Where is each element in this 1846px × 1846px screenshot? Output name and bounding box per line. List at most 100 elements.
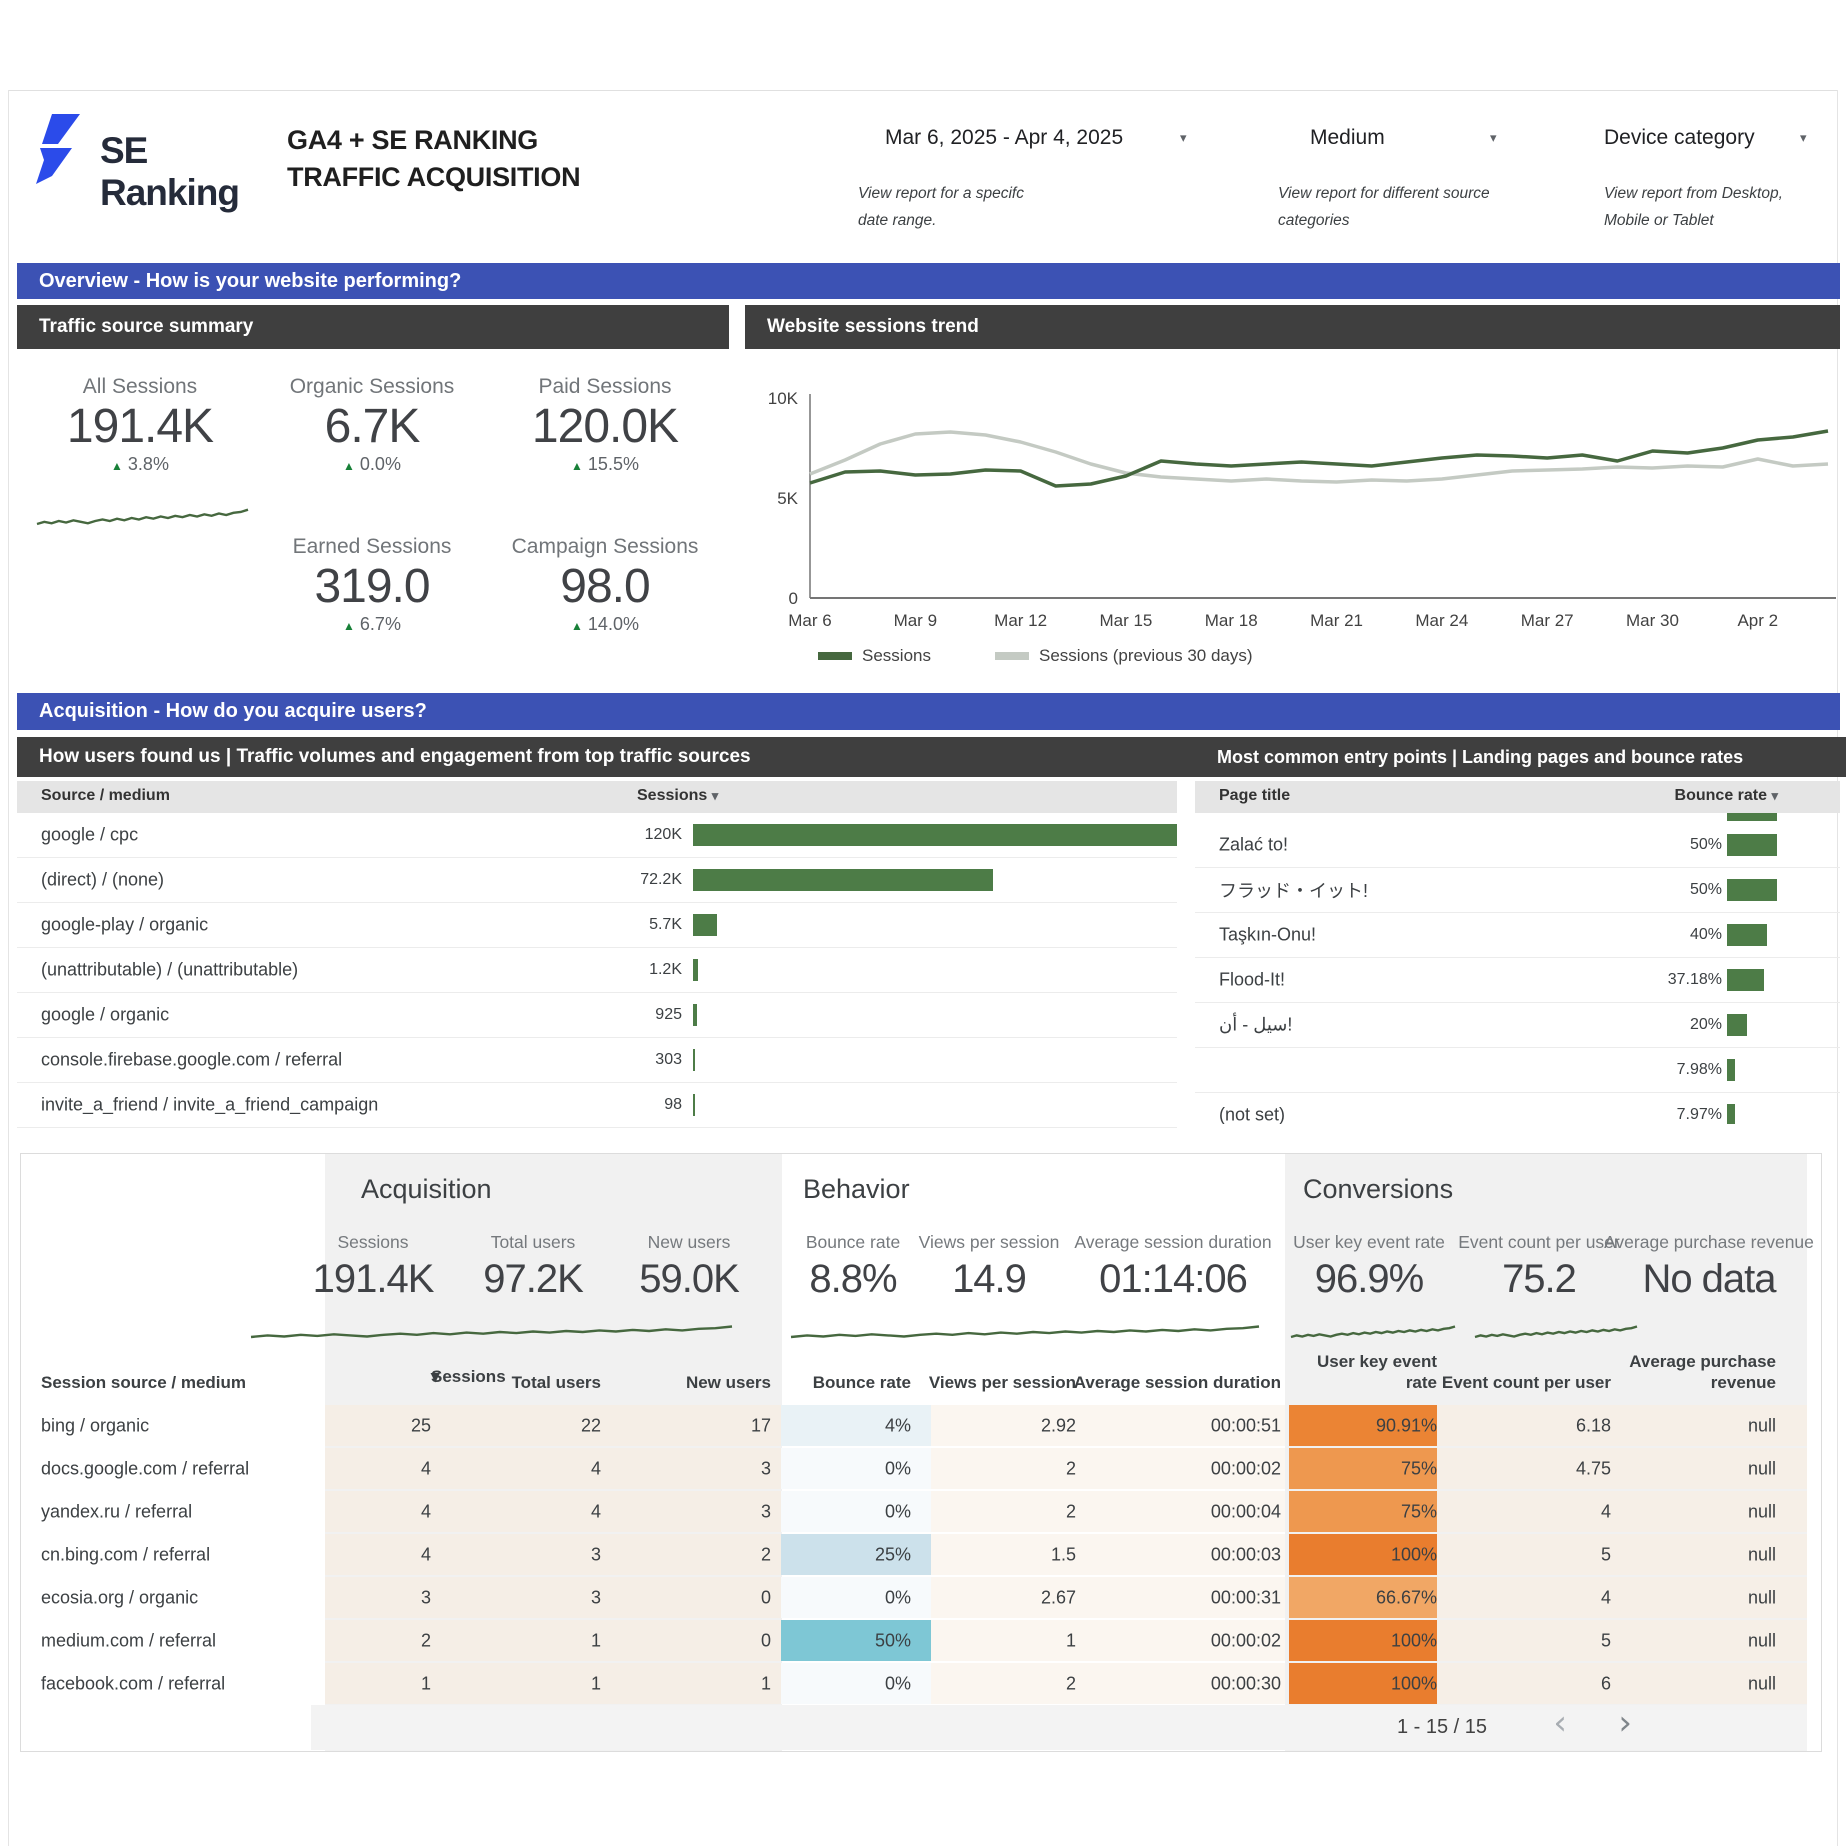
bounce-rate-bar (1727, 879, 1777, 901)
entry-table-column-header: Page title Bounce rate ▾ (1195, 781, 1840, 813)
new-users-cell: 2 (761, 1544, 771, 1565)
revenue-cell: null (1748, 1630, 1776, 1651)
bounce-rate-value: 50% (1632, 836, 1722, 854)
col-avg-purchase-revenue[interactable]: Average purchase revenue (1626, 1351, 1776, 1393)
session-source-cell: yandex.ru / referral (41, 1501, 192, 1522)
events-cell: 4 (1601, 1587, 1611, 1608)
dropdown-caret-icon[interactable]: ▾ (1800, 130, 1807, 146)
metric-sparkline (1473, 1322, 1639, 1340)
acquisition-heat-cells (325, 1620, 782, 1661)
detail-table-row: facebook.com / referral 1 1 1 0% 2 00:00… (21, 1662, 1821, 1705)
metric-sparkline (789, 1322, 1261, 1340)
revenue-cell: null (1748, 1587, 1776, 1608)
summary-scorecard: Paid Sessions 120.0K ▲ 15.5% (495, 375, 715, 475)
sort-desc-icon: ▾ (1771, 788, 1778, 803)
sessions-bar (693, 1049, 695, 1071)
sources-table-column-header: Source / medium Sessions ▾ (17, 781, 1177, 813)
sources-table-body: google / cpc 120K (direct) / (none) 72.2… (17, 813, 1177, 1129)
sheet-top-border (8, 90, 1838, 91)
page-title-label: Zalać to! (1219, 835, 1288, 856)
traffic-source-summary-header: Traffic source summary (17, 305, 729, 349)
metric-sparkline (249, 1322, 734, 1340)
col-event-count-per-user[interactable]: Event count per user (1442, 1372, 1611, 1393)
scorecard-delta: ▲ 0.0% (262, 454, 482, 475)
source-medium-label: google / cpc (41, 825, 138, 846)
scorecard-value: 97.2K (448, 1257, 618, 1302)
col-user-key-event-rate[interactable]: User key event rate (1312, 1351, 1437, 1393)
date-range-value[interactable]: Mar 6, 2025 - Apr 4, 2025 (885, 126, 1123, 150)
sessions-trend-title: Website sessions trend (767, 316, 979, 338)
sort-desc-icon: ▾ (712, 788, 719, 803)
device-filter-caption: View report from Desktop, Mobile or Tabl… (1604, 180, 1824, 234)
entry-table-title: Most common entry points | Landing pages… (1217, 747, 1743, 768)
group-title-behavior: Behavior (803, 1174, 910, 1205)
col-total-users[interactable]: Total users (512, 1372, 601, 1393)
scorecard-value: 59.0K (604, 1257, 774, 1302)
acquisition-section-header: Acquisition - How do you acquire users? (17, 693, 1840, 730)
dropdown-caret-icon[interactable]: ▾ (1490, 130, 1497, 146)
bounce-rate-cell: 0% (885, 1673, 911, 1694)
summary-scorecard: Organic Sessions 6.7K ▲ 0.0% (262, 375, 482, 475)
ukr-cell: 75% (1401, 1458, 1437, 1479)
detail-scorecard: Sessions 191.4K (288, 1232, 458, 1302)
acquisition-heat-cells (325, 1405, 782, 1446)
sessions-sort-column[interactable]: Sessions ▾ (637, 787, 718, 805)
bounce-rate-value: 7.98% (1632, 1061, 1722, 1079)
ukr-cell: 100% (1391, 1544, 1437, 1565)
svg-text:5K: 5K (777, 489, 798, 508)
svg-text:0: 0 (789, 589, 798, 608)
bounce-rate-sort-column[interactable]: Bounce rate ▾ (1675, 787, 1778, 805)
chevron-left-icon[interactable]: ‹ (1553, 1713, 1567, 1733)
svg-text:Sessions (previous 30 days): Sessions (previous 30 days) (1039, 646, 1253, 665)
sessions-value: 120K (592, 826, 682, 844)
ukr-cell: 90.91% (1376, 1415, 1437, 1436)
revenue-cell: null (1748, 1415, 1776, 1436)
views-per-session-cell: 2.92 (1041, 1415, 1076, 1436)
scorecard-label: New users (604, 1232, 774, 1253)
col-views-per-session[interactable]: Views per session (929, 1372, 1076, 1393)
dropdown-caret-icon[interactable]: ▾ (1180, 130, 1187, 146)
views-per-session-cell: 2.67 (1041, 1587, 1076, 1608)
device-filter-value[interactable]: Device category (1604, 126, 1755, 150)
source-row: (direct) / (none) 72.2K (17, 858, 1177, 903)
source-row: google / cpc 120K (17, 813, 1177, 858)
col-avg-session-duration[interactable]: Average session duration (1074, 1372, 1281, 1393)
revenue-cell: null (1748, 1501, 1776, 1522)
bounce-rate-value: 37.18% (1632, 971, 1722, 989)
scorecard-delta: ▲ 3.8% (30, 454, 250, 475)
medium-filter-value[interactable]: Medium (1310, 126, 1385, 150)
session-source-cell: bing / organic (41, 1415, 149, 1436)
new-users-cell: 17 (751, 1415, 771, 1436)
svg-text:Sessions: Sessions (862, 646, 931, 665)
scorecard-delta: ▲ 14.0% (495, 614, 715, 635)
scorecard-value: 14.9 (894, 1257, 1084, 1302)
sessions-value: 1.2K (592, 961, 682, 979)
new-users-cell: 0 (761, 1630, 771, 1651)
col-bounce-rate[interactable]: Bounce rate (813, 1372, 911, 1393)
source-medium-label: (direct) / (none) (41, 870, 164, 891)
svg-text:Mar 15: Mar 15 (1099, 611, 1152, 630)
col-new-users[interactable]: New users (686, 1372, 771, 1393)
bounce-rate-cell: 25% (875, 1544, 911, 1565)
acquisition-heat-cells (325, 1491, 782, 1532)
sessions-cell: 4 (421, 1544, 431, 1565)
svg-text:Apr 2: Apr 2 (1737, 611, 1778, 630)
bounce-rate-bar (1727, 924, 1767, 946)
source-medium-column: Source / medium (41, 787, 170, 805)
chevron-right-icon[interactable]: › (1618, 1713, 1632, 1733)
table-footer: 1 - 15 / 15 ‹ › (311, 1705, 1807, 1750)
events-cell: 4.75 (1576, 1458, 1611, 1479)
revenue-cell: null (1748, 1458, 1776, 1479)
scorecard-value: 120.0K (495, 399, 715, 454)
sources-table-header: How users found us | Traffic volumes and… (17, 737, 1199, 777)
new-users-cell: 1 (761, 1673, 771, 1694)
entry-table-header: Most common entry points | Landing pages… (1195, 737, 1846, 777)
group-title-conversions: Conversions (1303, 1174, 1453, 1205)
detail-table-row: medium.com / referral 2 1 0 50% 1 00:00:… (21, 1619, 1821, 1662)
page-title-label: Flood-It! (1219, 970, 1285, 991)
sessions-bar (693, 1094, 695, 1116)
ukr-cell: 75% (1401, 1501, 1437, 1522)
detail-scorecard: New users 59.0K (604, 1232, 774, 1302)
acquisition-heat-cells (325, 1663, 782, 1704)
views-per-session-cell: 1 (1066, 1630, 1076, 1651)
